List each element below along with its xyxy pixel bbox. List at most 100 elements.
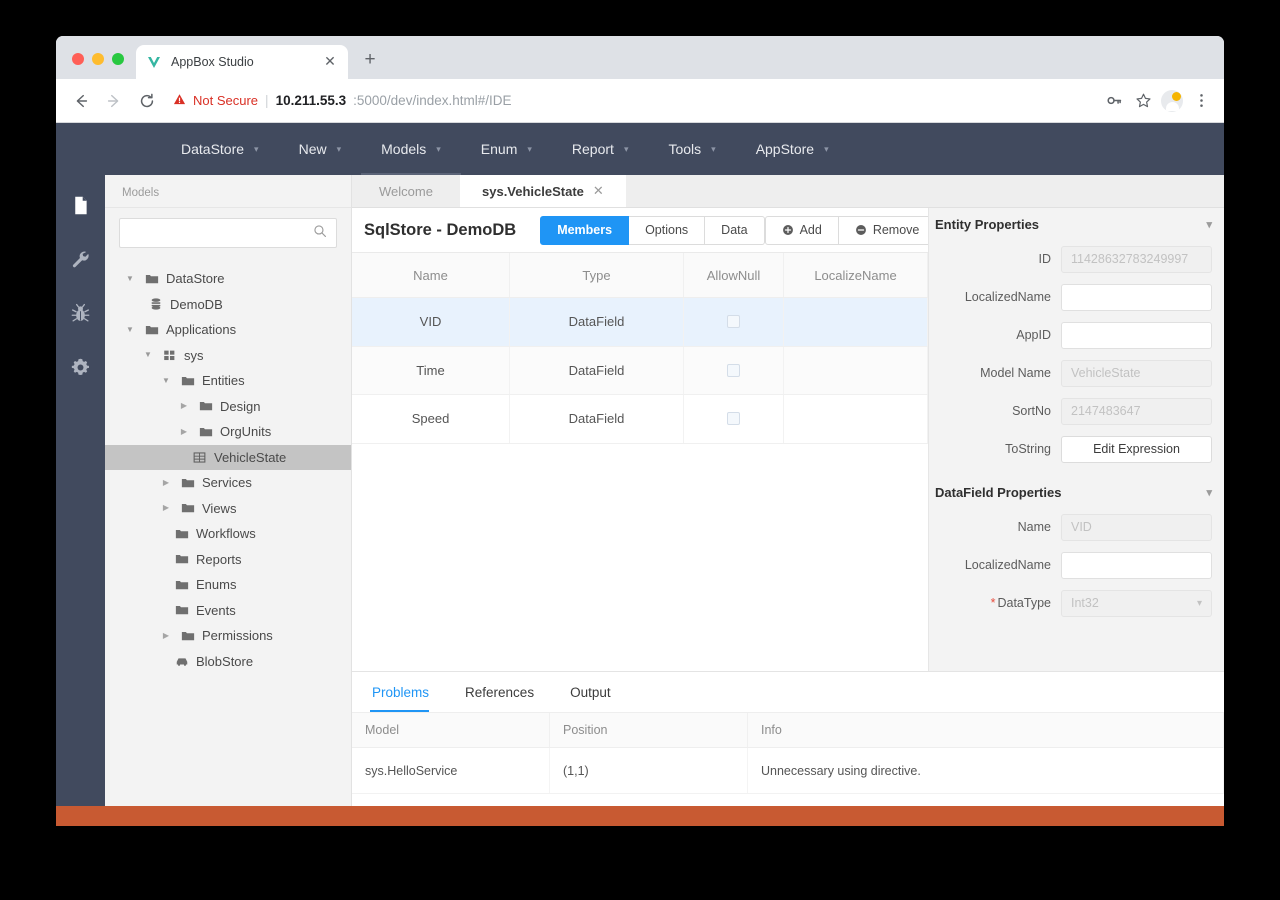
editor-tab-welcome[interactable]: Welcome <box>352 175 460 207</box>
close-window-button[interactable] <box>72 53 84 65</box>
browser-toolbar: Not Secure | 10.211.55.3:5000/dev/index.… <box>56 79 1224 123</box>
minimize-window-button[interactable] <box>92 53 104 65</box>
chevron-down-icon[interactable]: ▾ <box>1206 218 1212 231</box>
tree-node-enums[interactable]: Enums <box>105 572 351 598</box>
field-name-field[interactable]: VID <box>1061 513 1212 541</box>
entity-properties-header[interactable]: Entity Properties ▾ <box>929 208 1224 240</box>
star-icon[interactable] <box>1130 88 1156 114</box>
menu-item-tools[interactable]: Tools ▾ <box>648 123 735 175</box>
allownull-checkbox[interactable] <box>727 412 740 426</box>
tab-data[interactable]: Data <box>705 215 765 245</box>
new-tab-icon[interactable]: + <box>356 47 384 75</box>
search-input[interactable] <box>129 226 313 240</box>
tree-node-views[interactable]: ▶ Views <box>105 496 351 522</box>
allownull-checkbox[interactable] <box>727 315 740 329</box>
close-icon[interactable]: ✕ <box>593 183 604 199</box>
tab-options[interactable]: Options <box>629 215 706 245</box>
search-box[interactable] <box>119 218 337 248</box>
tree-node-services[interactable]: ▶ Services <box>105 470 351 496</box>
avatar-icon[interactable] <box>1159 88 1185 114</box>
localizedname-field[interactable] <box>1061 283 1212 311</box>
table-row[interactable]: VID DataField <box>352 298 928 347</box>
forward-arrow-icon[interactable] <box>99 86 129 116</box>
key-icon[interactable] <box>1101 88 1127 114</box>
chevron-down-icon[interactable]: ▾ <box>1206 486 1212 499</box>
close-icon[interactable]: ✕ <box>322 54 338 70</box>
datatype-select[interactable]: Int32 ▾ <box>1061 589 1212 617</box>
column-header-position[interactable]: Position <box>550 713 748 747</box>
tree-node-permissions[interactable]: ▶ Permissions <box>105 623 351 649</box>
sortno-field[interactable]: 2147483647 <box>1061 397 1212 425</box>
url-host: 10.211.55.3 <box>275 93 347 108</box>
tree-node-orgunits[interactable]: ▶ OrgUnits <box>105 419 351 445</box>
chevron-right-icon[interactable]: ▶ <box>159 504 173 512</box>
tree-node-workflows[interactable]: Workflows <box>105 521 351 547</box>
tree-node-applications[interactable]: ▼ Applications <box>105 317 351 343</box>
bug-icon[interactable] <box>65 297 97 329</box>
menu-item-label: DataStore <box>181 141 245 157</box>
field-localizedname-field[interactable] <box>1061 551 1212 579</box>
table-row[interactable]: Time DataField <box>352 346 928 395</box>
file-icon[interactable] <box>65 189 97 221</box>
tree-node-vehiclestate[interactable]: VehicleState <box>105 444 351 470</box>
menu-item-new[interactable]: New ▾ <box>279 123 362 175</box>
modelname-field[interactable]: VehicleState <box>1061 359 1212 387</box>
remove-button[interactable]: Remove <box>838 215 937 245</box>
three-dot-menu-icon[interactable] <box>1188 88 1214 114</box>
tree-node-datastore[interactable]: ▼ DataStore <box>105 266 351 292</box>
menu-item-appstore[interactable]: AppStore ▾ <box>736 123 849 175</box>
table-row[interactable]: sys.HelloService (1,1) Unnecessary using… <box>352 748 1224 794</box>
add-button[interactable]: Add <box>764 215 839 245</box>
tab-problems[interactable]: Problems <box>352 672 447 712</box>
column-header-info[interactable]: Info <box>748 713 1224 747</box>
tree-node-events[interactable]: Events <box>105 598 351 624</box>
chevron-right-icon[interactable]: ▶ <box>159 631 173 640</box>
address-bar[interactable]: Not Secure | 10.211.55.3:5000/dev/index.… <box>173 87 1090 115</box>
tab-members[interactable]: Members <box>540 215 630 245</box>
column-header-type[interactable]: Type <box>510 253 684 297</box>
menu-item-enum[interactable]: Enum ▾ <box>461 123 552 175</box>
back-arrow-icon[interactable] <box>66 86 96 116</box>
problems-header-row: Model Position Info <box>352 712 1224 748</box>
tree-node-label: Workflows <box>196 526 256 542</box>
browser-tab[interactable]: AppBox Studio ✕ <box>136 45 348 79</box>
chevron-right-icon[interactable]: ▶ <box>177 427 191 436</box>
column-header-allownull[interactable]: AllowNull <box>684 253 784 297</box>
tree-node-design[interactable]: ▶ Design <box>105 394 351 420</box>
tab-output[interactable]: Output <box>552 672 629 712</box>
wrench-icon[interactable] <box>65 243 97 275</box>
chevron-down-icon[interactable]: ▼ <box>123 325 137 334</box>
datafield-properties-header[interactable]: DataField Properties ▾ <box>929 476 1224 508</box>
gear-icon[interactable] <box>65 351 97 383</box>
tab-references[interactable]: References <box>447 672 552 712</box>
tree-node-sys[interactable]: ▼ sys <box>105 343 351 369</box>
column-header-localizename[interactable]: LocalizeName <box>784 253 928 297</box>
id-field[interactable]: 11428632783249997 <box>1061 245 1212 273</box>
chevron-right-icon[interactable]: ▶ <box>159 478 173 487</box>
tree-node-reports[interactable]: Reports <box>105 547 351 573</box>
table-row[interactable]: Speed DataField <box>352 395 928 444</box>
appid-field[interactable] <box>1061 321 1212 349</box>
column-header-model[interactable]: Model <box>352 713 550 747</box>
reload-icon[interactable] <box>132 86 162 116</box>
tree-node-entities[interactable]: ▼ Entities <box>105 368 351 394</box>
menu-item-models[interactable]: Models ▾ <box>361 123 461 175</box>
members-grid: Name Type AllowNull LocalizeName VID Dat… <box>352 253 928 671</box>
tree-node-demodb[interactable]: DemoDB <box>105 292 351 318</box>
search-icon[interactable] <box>313 224 327 243</box>
column-header-name[interactable]: Name <box>352 253 510 297</box>
menu-item-report[interactable]: Report ▾ <box>552 123 649 175</box>
chevron-down-icon[interactable]: ▼ <box>141 351 155 359</box>
maximize-window-button[interactable] <box>112 53 124 65</box>
edit-expression-button[interactable]: Edit Expression <box>1061 435 1212 463</box>
chevron-down-icon[interactable]: ▼ <box>123 274 137 283</box>
allownull-checkbox[interactable] <box>727 363 740 377</box>
editor-tab-sys-vehiclestate[interactable]: sys.VehicleState ✕ <box>460 175 626 207</box>
menu-item-label: Tools <box>668 141 702 157</box>
menu-item-datastore[interactable]: DataStore ▾ <box>161 123 279 175</box>
tree-node-blobstore[interactable]: BlobStore <box>105 649 351 675</box>
property-label: LocalizedName <box>964 290 1051 304</box>
chevron-right-icon[interactable]: ▶ <box>177 402 191 410</box>
chevron-down-icon[interactable]: ▼ <box>159 376 173 385</box>
property-label-text: DataType <box>997 596 1051 610</box>
